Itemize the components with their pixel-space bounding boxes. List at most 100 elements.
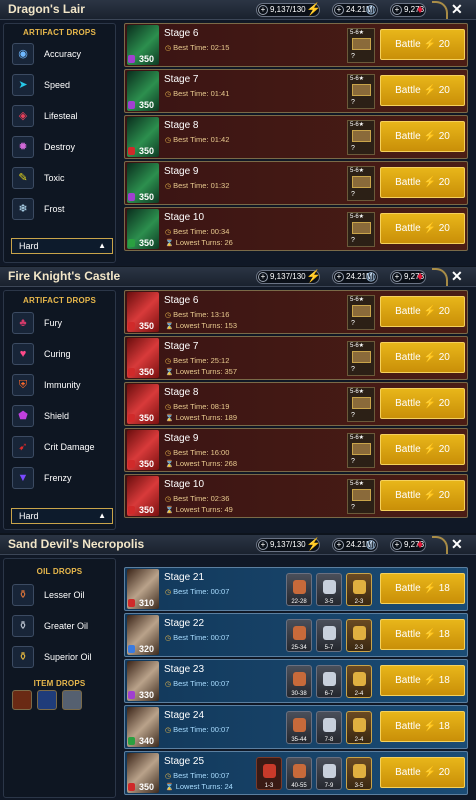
stage-row[interactable]: 350 Stage 9 ◷ Best Time: 01:32 5-6★? Batt…: [124, 161, 468, 205]
sidebar-item-toxic[interactable]: ✎ Toxic: [9, 166, 114, 192]
stage-row[interactable]: 350 Stage 25 ◷ Best Time: 00:07 ⌛ Lowest T…: [124, 751, 468, 795]
reward-qty: 7-9: [324, 783, 334, 789]
battle-button[interactable]: Battle ⚡ 18: [380, 573, 465, 604]
reward-box[interactable]: 5-6★?: [347, 28, 375, 63]
superior-oil-reward[interactable]: 3-5: [346, 757, 372, 790]
battle-button[interactable]: Battle ⚡ 18: [380, 619, 465, 650]
reward-box[interactable]: 5-6★?: [347, 120, 375, 155]
plus-icon[interactable]: +: [258, 540, 268, 550]
stage-row[interactable]: 350 Stage 7 ◷ Best Time: 25:12 ⌛ Lowest Tu…: [124, 336, 468, 380]
close-icon[interactable]: ✕: [451, 268, 463, 285]
sidebar-item-destroy[interactable]: ✹ Destroy: [9, 135, 114, 161]
plus-icon[interactable]: +: [258, 5, 268, 15]
item-drop-reward[interactable]: 1-3: [256, 757, 282, 790]
reward-box[interactable]: 5-6★?: [347, 166, 375, 201]
energy-cost: 20: [438, 398, 450, 409]
stage-row[interactable]: 310 Stage 21 ◷ Best Time: 00:07 22-28 3-5…: [124, 567, 468, 611]
greater-oil-reward[interactable]: 7-8: [316, 711, 342, 744]
superior-oil-reward[interactable]: 2-3: [346, 573, 372, 606]
battle-button[interactable]: Battle ⚡ 20: [380, 342, 465, 373]
sidebar-item-accuracy[interactable]: ◉ Accuracy: [9, 42, 114, 68]
stage-row[interactable]: 350 Stage 10 ◷ Best Time: 02:36 ⌛ Lowest T…: [124, 474, 468, 518]
energy-cost: 18: [438, 583, 450, 594]
stage-row[interactable]: 350 Stage 7 ◷ Best Time: 01:41 5-6★? Batt…: [124, 69, 468, 113]
plus-icon[interactable]: +: [392, 272, 402, 282]
battle-button[interactable]: Battle ⚡ 20: [380, 388, 465, 419]
battle-button[interactable]: Battle ⚡ 20: [380, 29, 465, 60]
best-time: ◷ Best Time: 13:16: [165, 310, 229, 319]
reward-box[interactable]: 5-6★?: [347, 387, 375, 422]
greater-oil-reward[interactable]: 5-7: [316, 619, 342, 652]
sidebar-item-shield[interactable]: ⬟ Shield: [9, 404, 114, 430]
item-drop-silver-icon[interactable]: [62, 690, 82, 710]
chest-icon: [352, 443, 371, 455]
superior-oil-reward[interactable]: 2-4: [346, 665, 372, 698]
reward-box[interactable]: 5-6★?: [347, 433, 375, 468]
sidebar-item-immunity[interactable]: ⛨ Immunity: [9, 373, 114, 399]
reward-rank: 5-6★: [350, 30, 365, 36]
reward-box[interactable]: 5-6★?: [347, 295, 375, 330]
plus-icon[interactable]: +: [334, 5, 344, 15]
stage-row[interactable]: 350 Stage 10 ◷ Best Time: 00:34 ⌛ Lowest T…: [124, 207, 468, 251]
lesser-oil-reward[interactable]: 35-44: [286, 711, 312, 744]
superior-oil-reward[interactable]: 2-4: [346, 711, 372, 744]
energy-value: 9,137/130: [270, 540, 306, 549]
greater-oil-reward[interactable]: 7-9: [316, 757, 342, 790]
plus-icon[interactable]: +: [392, 540, 402, 550]
stage-row[interactable]: 350 Stage 9 ◷ Best Time: 16:00 ⌛ Lowest Tu…: [124, 428, 468, 472]
difficulty-dropdown[interactable]: Hard ▲: [11, 238, 113, 254]
stage-row[interactable]: 340 Stage 24 ◷ Best Time: 00:07 35-44 7-8…: [124, 705, 468, 749]
lesser-oil-reward[interactable]: 30-38: [286, 665, 312, 698]
superior-oil-icon: ⚱: [12, 646, 34, 668]
reward-box[interactable]: 5-6★?: [347, 74, 375, 109]
sidebar-item-lesser-oil[interactable]: ⚱ Lesser Oil: [9, 583, 114, 609]
battle-button[interactable]: Battle ⚡ 20: [380, 213, 465, 244]
stage-row[interactable]: 350 Stage 6 ◷ Best Time: 02:15 5-6★? Batt…: [124, 23, 468, 67]
lesser-oil-reward[interactable]: 40-55: [286, 757, 312, 790]
difficulty-dropdown[interactable]: Hard ▲: [11, 508, 113, 524]
sidebar-item-frost[interactable]: ❄ Frost: [9, 197, 114, 223]
sidebar-item-frenzy[interactable]: ▼ Frenzy: [9, 466, 114, 492]
reward-rank: 5-6★: [350, 435, 365, 441]
battle-button[interactable]: Battle ⚡ 20: [380, 434, 465, 465]
stage-row[interactable]: 350 Stage 6 ◷ Best Time: 13:16 ⌛ Lowest Tu…: [124, 290, 468, 334]
superior-oil-icon: [353, 672, 366, 686]
plus-icon[interactable]: +: [392, 5, 402, 15]
sidebar-item-curing[interactable]: ♥ Curing: [9, 342, 114, 368]
sidebar-item-fury[interactable]: ♣ Fury: [9, 311, 114, 337]
battle-button[interactable]: Battle ⚡ 20: [380, 121, 465, 152]
battle-button[interactable]: Battle ⚡ 20: [380, 75, 465, 106]
item-drop-red-icon[interactable]: [12, 690, 32, 710]
sidebar-item-superior-oil[interactable]: ⚱ Superior Oil: [9, 645, 114, 671]
sidebar-item-lifesteal[interactable]: ◈ Lifesteal: [9, 104, 114, 130]
stage-row[interactable]: 350 Stage 8 ◷ Best Time: 01:42 5-6★? Batt…: [124, 115, 468, 159]
greater-oil-reward[interactable]: 6-7: [316, 665, 342, 698]
lesser-oil-reward[interactable]: 22-28: [286, 573, 312, 606]
plus-icon[interactable]: +: [258, 272, 268, 282]
item-drop-blue-icon[interactable]: [37, 690, 57, 710]
superior-oil-reward[interactable]: 2-3: [346, 619, 372, 652]
close-icon[interactable]: ✕: [451, 1, 463, 18]
greater-oil-reward[interactable]: 3-5: [316, 573, 342, 606]
energy-cost: 20: [438, 85, 450, 96]
reward-box[interactable]: 5-6★?: [347, 341, 375, 376]
reward-qty: 6-7: [324, 691, 334, 697]
plus-icon[interactable]: +: [334, 272, 344, 282]
plus-icon[interactable]: +: [334, 540, 344, 550]
sidebar-item-greater-oil[interactable]: ⚱ Greater Oil: [9, 614, 114, 640]
stage-row[interactable]: 320 Stage 22 ◷ Best Time: 00:07 25-34 5-7…: [124, 613, 468, 657]
battle-button[interactable]: Battle ⚡ 20: [380, 167, 465, 198]
battle-button[interactable]: Battle ⚡ 20: [380, 296, 465, 327]
battle-button[interactable]: Battle ⚡ 20: [380, 757, 465, 788]
close-icon[interactable]: ✕: [451, 536, 463, 553]
battle-button[interactable]: Battle ⚡ 18: [380, 711, 465, 742]
battle-button[interactable]: Battle ⚡ 20: [380, 480, 465, 511]
stage-row[interactable]: 350 Stage 8 ◷ Best Time: 08:19 ⌛ Lowest Tu…: [124, 382, 468, 426]
lesser-oil-reward[interactable]: 25-34: [286, 619, 312, 652]
sidebar-item-crit-damage[interactable]: ➹ Crit Damage: [9, 435, 114, 461]
battle-button[interactable]: Battle ⚡ 18: [380, 665, 465, 696]
reward-box[interactable]: 5-6★?: [347, 479, 375, 514]
stage-row[interactable]: 330 Stage 23 ◷ Best Time: 00:07 30-38 6-7…: [124, 659, 468, 703]
sidebar-item-speed[interactable]: ➤ Speed: [9, 73, 114, 99]
reward-box[interactable]: 5-6★?: [347, 212, 375, 247]
